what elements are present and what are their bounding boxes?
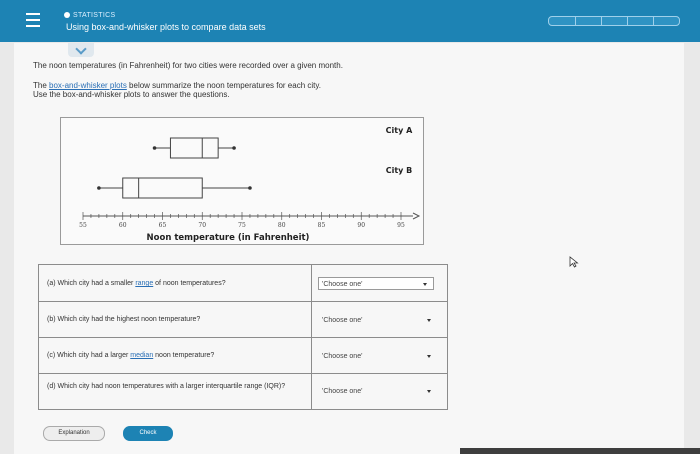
problem-line-1: The noon temperatures (in Fahrenheit) fo… (33, 61, 343, 70)
iqr-box (169, 137, 219, 159)
question-cell: (c) Which city had a larger median noon … (39, 337, 312, 373)
question-row-c: (c) Which city had a larger median noon … (39, 337, 447, 374)
question-text: (a) Which city had a smaller range of no… (47, 280, 226, 287)
question-row-a: (a) Which city had a smaller range of no… (39, 265, 447, 302)
explanation-button[interactable]: Explanation (43, 426, 105, 441)
x-axis-label: Noon temperature (in Fahrenheit) (147, 233, 310, 243)
answer-select-b[interactable]: 'Choose one' (318, 313, 438, 326)
x-tick-label: 80 (278, 222, 286, 229)
question-text: (d) Which city had noon temperatures wit… (47, 383, 286, 390)
series-label: City A (386, 126, 413, 135)
progress-bar (548, 16, 680, 26)
menu-icon[interactable] (26, 13, 40, 27)
top-bar: STATISTICS Using box-and-whisker plots t… (0, 0, 700, 42)
footer-bar (460, 448, 700, 454)
questions-table: (a) Which city had a smaller range of no… (38, 264, 448, 410)
question-cell: (a) Which city had a smaller range of no… (39, 265, 312, 301)
page-title: Using box-and-whisker plots to compare d… (66, 22, 266, 32)
min-point (97, 186, 101, 190)
min-point (152, 146, 157, 150)
dropdown-arrow-icon (427, 390, 431, 393)
x-tick-label: 55 (79, 222, 87, 229)
question-cell: (b) Which city had the highest noon temp… (39, 301, 312, 337)
dropdown-arrow-icon (423, 283, 427, 286)
answer-select-c[interactable]: 'Choose one' (318, 349, 438, 362)
x-tick-label: 85 (318, 222, 326, 229)
box-plot-chart: 55 60 65 70 75 80 85 90 95 Noon temperature (in F… (79, 126, 421, 243)
x-tick-label: 95 (397, 222, 405, 229)
module-label: STATISTICS (64, 12, 115, 19)
series-label: City B (386, 166, 413, 175)
box-plot-panel: 55 60 65 70 75 80 85 90 95 Noon temperature (in F… (60, 117, 424, 245)
x-axis-arrow-icon (412, 212, 421, 220)
problem-line-3: Use the box-and-whisker plots to answer … (33, 90, 230, 99)
question-row-d: (d) Which city had noon temperatures wit… (39, 373, 447, 409)
x-tick-label: 60 (119, 222, 127, 229)
question-text: (c) Which city had a larger median noon … (47, 352, 215, 359)
box-whisker-link[interactable]: box-and-whisker plots (49, 81, 127, 90)
question-cell: (d) Which city had noon temperatures wit… (39, 373, 312, 409)
max-point (248, 186, 252, 190)
question-text: (b) Which city had the highest noon temp… (47, 316, 201, 323)
problem-line-2: The box-and-whisker plots below summariz… (33, 81, 321, 90)
x-tick-label: 65 (159, 222, 167, 229)
x-tick-label: 75 (238, 222, 246, 229)
term-link-range[interactable]: range (135, 280, 153, 287)
mouse-cursor-icon (569, 256, 579, 268)
dropdown-arrow-icon (427, 355, 431, 358)
dropdown-arrow-icon (427, 319, 431, 322)
x-tick-label: 90 (357, 222, 365, 229)
answer-select-d[interactable]: 'Choose one' (318, 384, 438, 397)
check-button[interactable]: Check (123, 426, 173, 441)
max-point (232, 146, 236, 150)
term-link-median[interactable]: median (130, 352, 153, 359)
answer-select-a[interactable]: 'Choose one' (318, 277, 434, 290)
iqr-box (122, 177, 203, 199)
collapse-chevron-icon[interactable] (68, 43, 94, 57)
status-dot-icon (64, 12, 70, 18)
x-tick-label: 70 (198, 222, 206, 229)
question-row-b: (b) Which city had the highest noon temp… (39, 301, 447, 338)
